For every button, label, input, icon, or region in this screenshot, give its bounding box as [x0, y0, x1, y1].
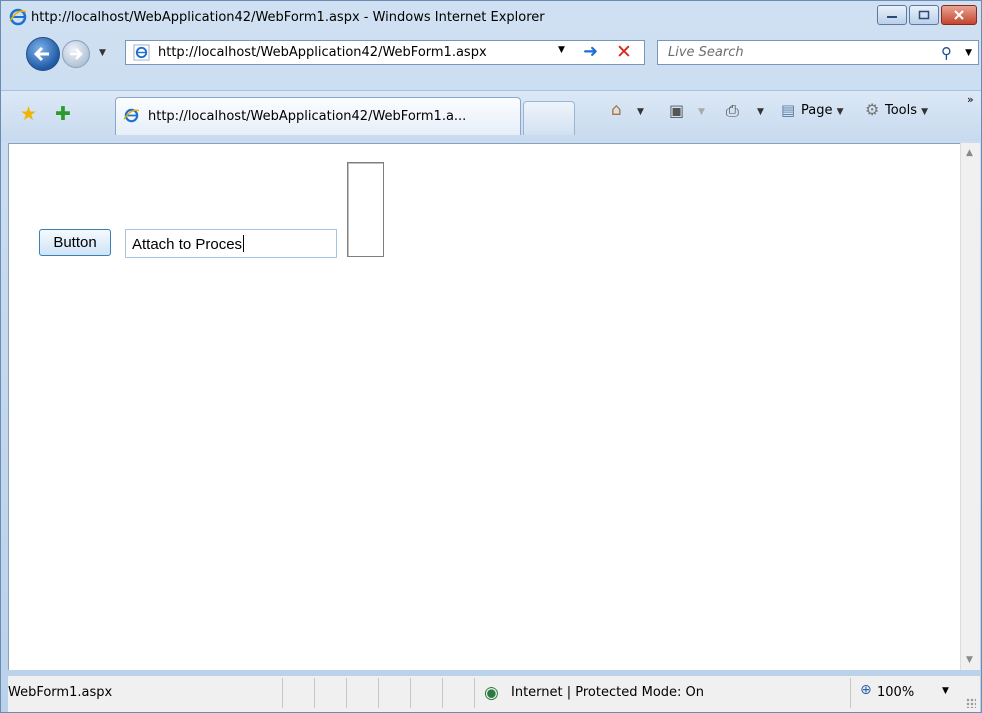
search-icon[interactable]: ⚲	[941, 44, 952, 62]
globe-icon: ◉	[484, 683, 499, 703]
back-button[interactable]	[26, 37, 60, 71]
add-favorite-icon[interactable]: ✚	[55, 103, 71, 125]
minimize-button[interactable]	[877, 5, 907, 25]
status-text: WebForm1.aspx	[8, 685, 113, 700]
ie-window: http://localhost/WebApplication42/WebFor…	[0, 0, 982, 713]
page-menu[interactable]: Page ▼	[801, 103, 844, 118]
ie-tab-icon	[123, 108, 140, 123]
feeds-dropdown[interactable]: ▼	[698, 107, 705, 117]
search-input[interactable]: Live Search	[668, 45, 744, 60]
home-dropdown[interactable]: ▼	[637, 107, 644, 117]
close-icon	[954, 10, 964, 20]
favorites-star-icon[interactable]: ★	[20, 103, 37, 125]
status-divider	[314, 678, 315, 708]
status-bar: WebForm1.aspx ◉ Internet | Protected Mod…	[8, 676, 980, 712]
address-dropdown[interactable]: ▼	[558, 45, 565, 55]
print-dropdown[interactable]: ▼	[757, 107, 764, 117]
status-divider	[282, 678, 283, 708]
status-divider	[410, 678, 411, 708]
tab-bar: ★ ✚ http://localhost/WebApplication42/We…	[1, 90, 981, 141]
vertical-scrollbar[interactable]: ▲ ▼	[960, 143, 980, 670]
stop-icon[interactable]: ✕	[616, 41, 632, 63]
zoom-icon[interactable]: ⊕	[860, 682, 872, 698]
more-commands-chevron-icon[interactable]: »	[967, 93, 974, 106]
tools-menu-label: Tools	[885, 103, 918, 118]
print-icon[interactable]: ⎙	[726, 101, 739, 121]
address-bar[interactable]: http://localhost/WebApplication42/WebFor…	[125, 40, 645, 65]
ie-logo-icon	[9, 8, 27, 26]
tab-webform1[interactable]: http://localhost/WebApplication42/WebFor…	[115, 97, 521, 135]
recent-pages-dropdown[interactable]: ▼	[99, 48, 106, 58]
page-textbox[interactable]: Attach to Proces	[125, 229, 337, 258]
textbox-value: Attach to Proces	[132, 235, 245, 253]
maximize-icon	[918, 10, 930, 20]
status-divider	[850, 678, 851, 708]
textbox-text: Attach to Proces	[132, 236, 243, 253]
page-listbox[interactable]	[347, 162, 384, 257]
window-controls	[877, 5, 977, 25]
new-tab-button[interactable]	[523, 101, 575, 135]
forward-button[interactable]	[62, 40, 90, 68]
tools-menu[interactable]: Tools ▼	[885, 103, 928, 118]
window-title: http://localhost/WebApplication42/WebFor…	[31, 10, 545, 25]
page-content: Button Attach to Proces	[8, 143, 960, 670]
tools-gear-icon[interactable]: ⚙	[865, 100, 879, 119]
security-zone[interactable]: Internet | Protected Mode: On	[511, 685, 704, 700]
minimize-icon	[887, 16, 897, 18]
refresh-go-icon[interactable]: ➜	[583, 42, 598, 62]
tab-label: http://localhost/WebApplication42/WebFor…	[148, 109, 467, 124]
scroll-up-arrow-icon[interactable]: ▲	[966, 148, 973, 158]
text-caret	[243, 235, 245, 252]
status-divider	[442, 678, 443, 708]
maximize-button[interactable]	[909, 5, 939, 25]
title-bar: http://localhost/WebApplication42/WebFor…	[1, 1, 981, 33]
scroll-down-arrow-icon[interactable]: ▼	[966, 655, 973, 665]
search-box[interactable]: Live Search ⚲ ▼	[657, 40, 979, 65]
search-options-dropdown[interactable]: ▼	[965, 48, 972, 58]
forward-icon	[70, 48, 83, 60]
status-divider	[474, 678, 475, 708]
navigation-bar: ▼ http://localhost/WebApplication42/WebF…	[1, 33, 981, 89]
status-divider	[378, 678, 379, 708]
feeds-icon[interactable]: ▣	[669, 101, 684, 120]
page-favicon-icon	[133, 44, 150, 61]
page-button[interactable]: Button	[39, 229, 111, 256]
zoom-dropdown[interactable]: ▼	[942, 686, 949, 696]
resize-grip[interactable]	[966, 698, 976, 708]
back-icon	[33, 46, 49, 62]
address-url[interactable]: http://localhost/WebApplication42/WebFor…	[158, 45, 487, 60]
page-menu-label: Page	[801, 103, 833, 118]
home-icon[interactable]: ⌂	[611, 100, 622, 120]
zoom-level[interactable]: 100%	[877, 685, 914, 700]
page-icon[interactable]: ▤	[781, 101, 795, 119]
status-divider	[346, 678, 347, 708]
close-button[interactable]	[941, 5, 977, 25]
